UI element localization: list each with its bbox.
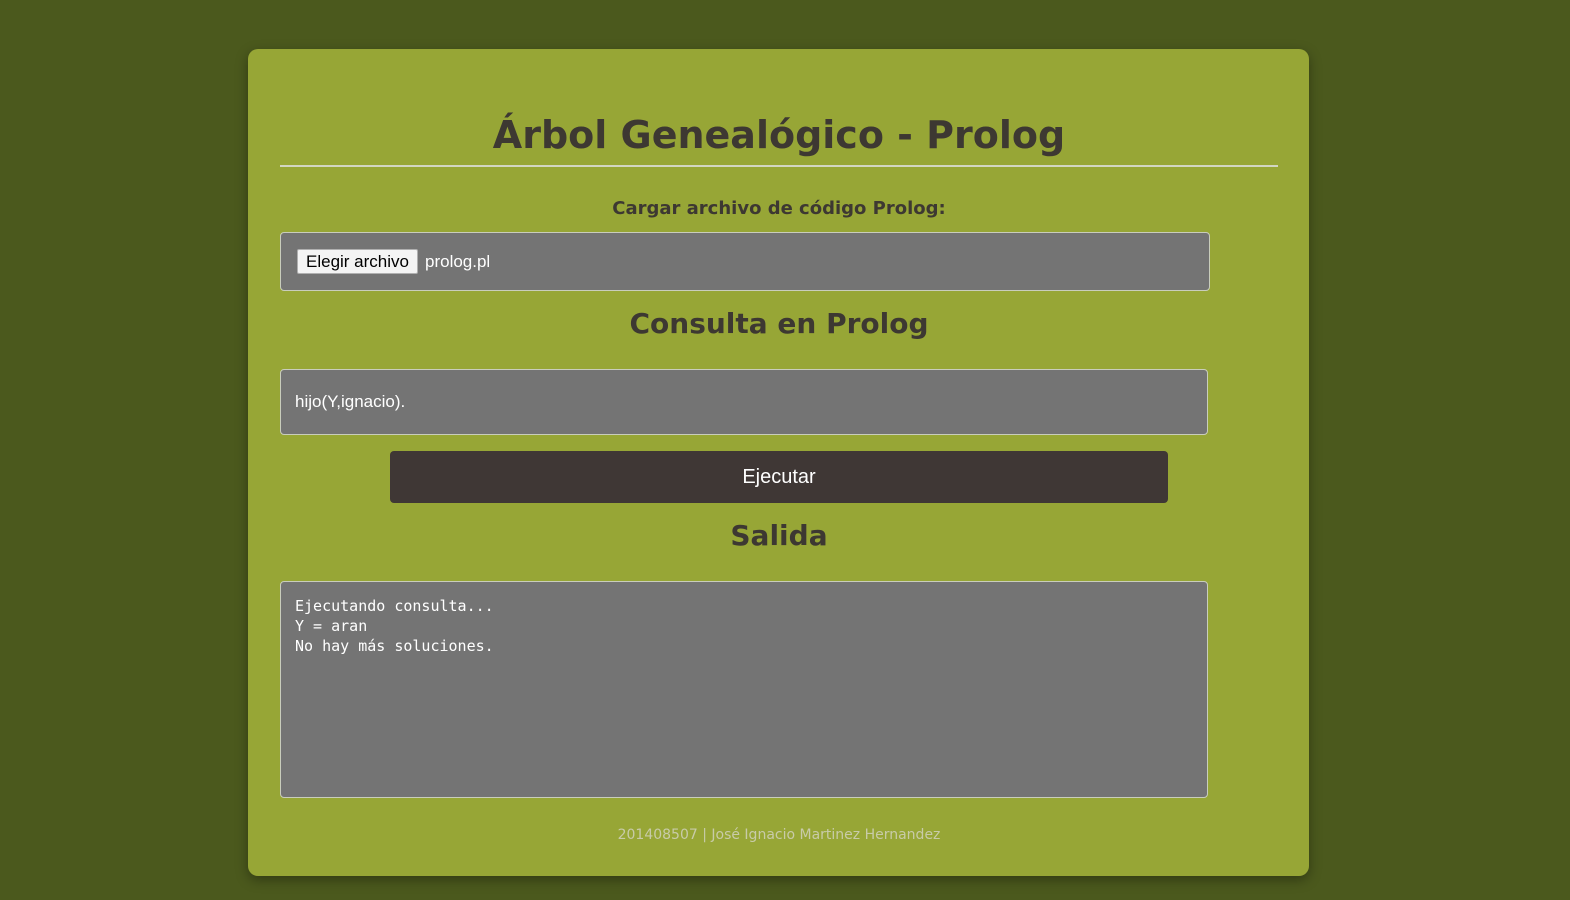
page-title: Árbol Genealógico - Prolog: [492, 113, 1066, 157]
selected-file-name: prolog.pl: [425, 252, 491, 271]
output-textarea[interactable]: Ejecutando consulta... Y = aran No hay m…: [280, 581, 1208, 798]
query-heading: Consulta en Prolog: [629, 307, 929, 340]
output-heading: Salida: [730, 519, 828, 552]
title-divider: [280, 165, 1278, 167]
main-card: Árbol Genealógico - Prolog Cargar archiv…: [248, 49, 1309, 876]
execute-button[interactable]: Ejecutar: [390, 451, 1168, 503]
query-input[interactable]: [280, 369, 1208, 435]
upload-label: Cargar archivo de código Prolog:: [612, 198, 946, 219]
file-input[interactable]: Elegir archivo prolog.pl: [280, 232, 1210, 291]
footer-credit: 201408507 | José Ignacio Martinez Hernan…: [617, 827, 941, 843]
choose-file-button[interactable]: Elegir archivo: [297, 249, 418, 274]
